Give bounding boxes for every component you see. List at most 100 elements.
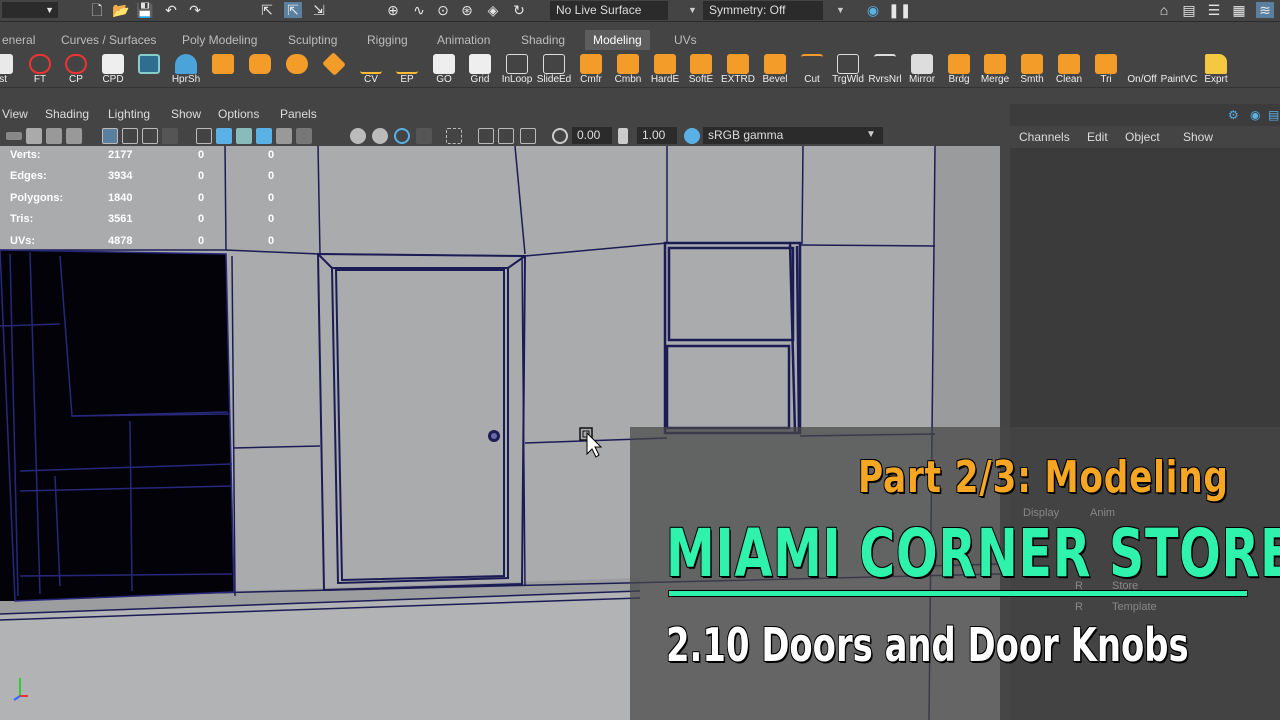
textured-icon[interactable] <box>256 128 272 144</box>
shelf-button-cut[interactable]: Cut <box>794 52 830 87</box>
tab-shading[interactable]: Shading <box>513 30 573 50</box>
shelf-button-cmfr[interactable]: Cmfr <box>573 52 609 87</box>
shelf-button-extrd[interactable]: EXTRD <box>720 52 756 87</box>
shelf-button-go[interactable]: GO <box>426 52 462 87</box>
shelf-button-ep[interactable]: EP <box>389 52 425 87</box>
use-lights-icon[interactable] <box>276 128 292 144</box>
layer-icon[interactable]: ◉ <box>1250 108 1264 122</box>
shelf-button-mirror[interactable]: Mirror <box>904 52 940 87</box>
menu-show[interactable]: Show <box>171 107 201 121</box>
xray-joints-icon[interactable] <box>498 128 514 144</box>
modeling-toolkit-icon[interactable]: ▤ <box>1180 2 1198 18</box>
symmetry-field[interactable]: Symmetry: Off <box>703 1 823 20</box>
shelf-button-hprsh[interactable]: HprSh <box>168 52 204 87</box>
grid-toggle-icon[interactable] <box>102 128 118 144</box>
tab-modeling[interactable]: Modeling <box>585 30 650 50</box>
film-gate-icon[interactable] <box>122 128 138 144</box>
shelf-button-ft[interactable]: FT <box>22 52 58 87</box>
snap-surface-icon[interactable]: ◈ <box>484 2 502 18</box>
snap-view-icon[interactable]: ⊛ <box>458 2 476 18</box>
snap-point-icon[interactable]: ⊙ <box>434 2 452 18</box>
smooth-shade-icon[interactable] <box>216 128 232 144</box>
pause-render-icon[interactable]: ❚❚ <box>888 2 911 18</box>
menu-lighting[interactable]: Lighting <box>108 107 150 121</box>
menu-view[interactable]: View <box>2 107 28 121</box>
menu-edit[interactable]: Edit <box>1087 130 1108 144</box>
menu-panels[interactable]: Panels <box>280 107 317 121</box>
motion-blur-icon[interactable] <box>372 128 388 144</box>
shelf-button-outliner[interactable] <box>131 52 167 87</box>
shadows-icon[interactable] <box>296 128 312 144</box>
tab-general[interactable]: eneral <box>0 30 43 50</box>
shelf-button-bevel[interactable]: Bevel <box>757 52 793 87</box>
shelf-button-tri[interactable]: Tri <box>1088 52 1124 87</box>
exposure-field[interactable]: 0.00 <box>572 127 612 144</box>
xray-icon[interactable] <box>478 128 494 144</box>
tab-rigging[interactable]: Rigging <box>359 30 416 50</box>
depth-of-field-icon[interactable] <box>416 128 432 144</box>
shelf-button-cylinder[interactable] <box>242 52 278 87</box>
snap-grid-icon[interactable]: ⊕ <box>384 2 402 18</box>
resolution-gate-icon[interactable] <box>142 128 158 144</box>
menu-options[interactable]: Options <box>218 107 259 121</box>
shelf-button-paintvc[interactable]: PaintVC <box>1161 52 1198 87</box>
color-management-icon[interactable] <box>684 128 700 144</box>
shelf-button-trgwld[interactable]: TrgWld <box>830 52 866 87</box>
xray-components-icon[interactable] <box>520 128 536 144</box>
ipr-render-icon[interactable]: ◉ <box>864 2 882 18</box>
shelf-button-plane[interactable] <box>316 52 352 87</box>
layer-row-flag[interactable]: R <box>1075 601 1083 613</box>
camera-select-icon[interactable] <box>6 132 22 140</box>
gate-mask-icon[interactable] <box>162 128 178 144</box>
redo-icon[interactable]: ↷ <box>186 2 204 18</box>
anti-aliasing-icon[interactable] <box>394 128 410 144</box>
shelf-button-rvrsnrl[interactable]: RvrsNrl <box>867 52 903 87</box>
shelf-button-cube[interactable] <box>205 52 241 87</box>
menu-channels[interactable]: Channels <box>1019 130 1070 144</box>
menu-show[interactable]: Show <box>1183 130 1213 144</box>
layer-row-name[interactable]: Template <box>1112 601 1157 613</box>
shelf-button-brdg[interactable]: Brdg <box>941 52 977 87</box>
open-scene-icon[interactable]: 📂 <box>112 2 130 18</box>
tab-uvs[interactable]: UVs <box>666 30 705 50</box>
shelf-button-slideed[interactable]: SlideEd <box>536 52 572 87</box>
tool-settings-icon[interactable]: ▦ <box>1230 2 1248 18</box>
shelf-button-cv[interactable]: CV <box>353 52 389 87</box>
attribute-editor-icon[interactable]: ☰ <box>1205 2 1223 18</box>
shelf-button-grid[interactable]: Grid <box>462 52 498 87</box>
image-plane-icon[interactable] <box>66 128 82 144</box>
screen-space-ao-icon[interactable] <box>350 128 366 144</box>
menu-set-dropdown-icon[interactable]: ▼ <box>2 2 58 18</box>
channel-box-icon[interactable]: ⚙ <box>1228 108 1242 122</box>
undo-icon[interactable]: ↶ <box>162 2 180 18</box>
color-space-dropdown[interactable]: sRGB gamma <box>703 127 883 144</box>
attribute-icon[interactable]: ▤ <box>1268 108 1280 122</box>
tab-sculpting[interactable]: Sculpting <box>280 30 345 50</box>
live-surface-field[interactable]: No Live Surface <box>550 1 668 20</box>
isolate-select-icon[interactable] <box>446 128 462 144</box>
wireframe-on-shaded-icon[interactable] <box>236 128 252 144</box>
shelf-button-cp[interactable]: CP <box>58 52 94 87</box>
shelf-button-sphere[interactable] <box>279 52 315 87</box>
shelf-button-cmbn[interactable]: Cmbn <box>610 52 646 87</box>
workspace-icon[interactable]: ⌂ <box>1155 2 1173 18</box>
shelf-button-inloop[interactable]: InLoop <box>499 52 535 87</box>
shelf-button-cpd[interactable]: CPD <box>95 52 131 87</box>
shelf-button-merge[interactable]: Merge <box>977 52 1013 87</box>
shelf-button-exprt[interactable]: Exprt <box>1198 52 1234 87</box>
wireframe-icon[interactable] <box>196 128 212 144</box>
save-scene-icon[interactable]: 💾 <box>136 2 154 18</box>
shelf-button-harde[interactable]: HardE <box>647 52 683 87</box>
select-hierarchy-icon[interactable]: ⇱ <box>258 2 276 18</box>
tab-animation[interactable]: Animation <box>429 30 498 50</box>
channel-box-toggle-icon[interactable]: ≋ <box>1256 2 1274 18</box>
new-scene-icon[interactable]: 🗋 <box>88 2 106 18</box>
shelf-button-onoff[interactable]: On/Off <box>1124 52 1160 87</box>
select-object-icon[interactable]: ⇱ <box>284 2 302 18</box>
select-component-icon[interactable]: ⇲ <box>310 2 328 18</box>
shelf-button-smth[interactable]: Smth <box>1014 52 1050 87</box>
shelf-button-clean[interactable]: Clean <box>1051 52 1087 87</box>
color-space-chevron-icon[interactable]: ▼ <box>866 129 876 140</box>
menu-shading[interactable]: Shading <box>45 107 89 121</box>
symmetry-dropdown-icon[interactable]: ▼ <box>836 0 845 20</box>
